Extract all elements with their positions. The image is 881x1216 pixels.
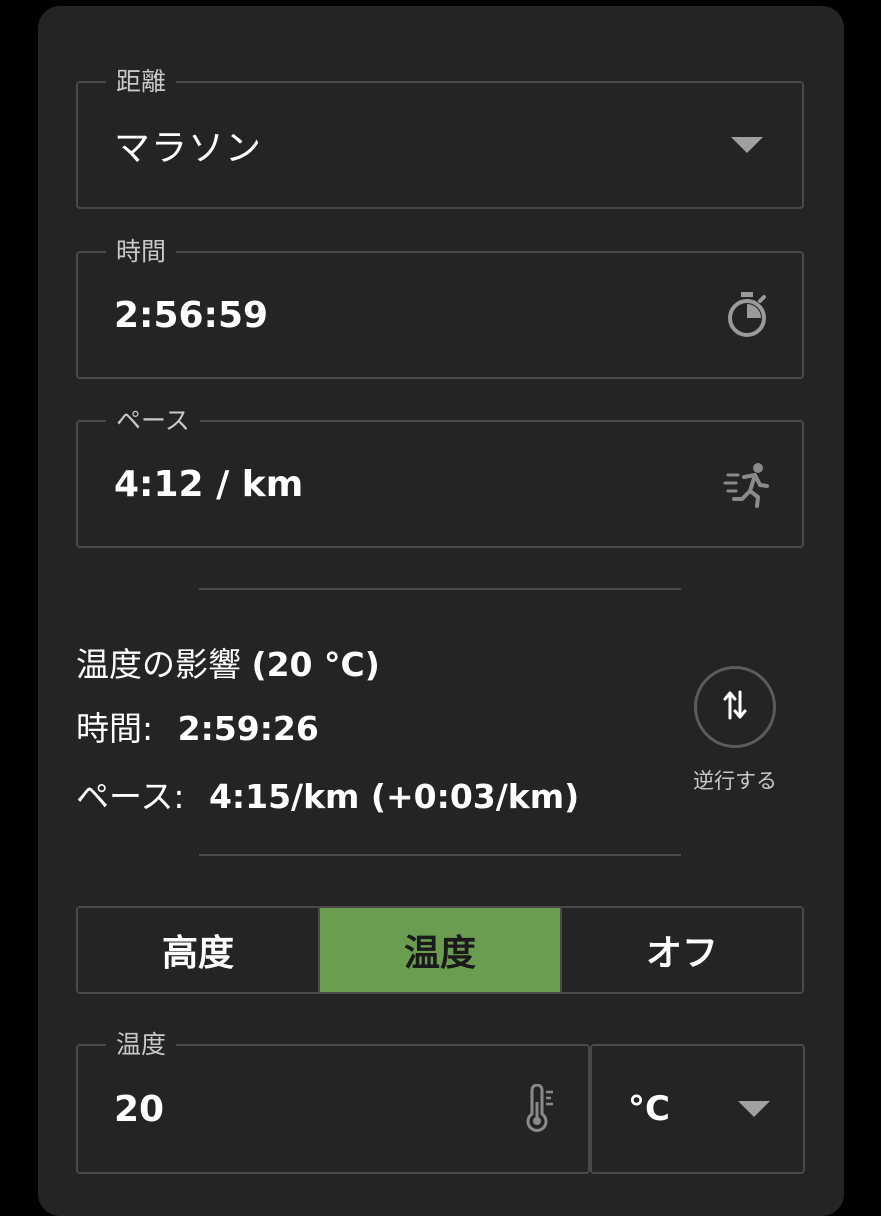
pace-value: 4:12 / km	[114, 463, 304, 505]
impact-time-row: 時間: 2:59:26	[76, 702, 319, 750]
mode-segmented-control: 高度 温度 オフ	[76, 906, 804, 994]
tab-temperature[interactable]: 温度	[318, 908, 560, 992]
chevron-down-icon[interactable]	[722, 120, 772, 170]
reverse-label: 逆行する	[693, 769, 777, 793]
impact-time-label: 時間:	[76, 709, 154, 748]
time-field[interactable]: 時間 2:56:59	[76, 237, 804, 379]
thermometer-icon	[514, 1084, 564, 1134]
tab-off[interactable]: オフ	[560, 908, 802, 992]
time-value: 2:56:59	[114, 294, 269, 336]
impact-pace-value: 4:15/km (+0:03/km)	[208, 777, 580, 816]
temperature-field[interactable]: 温度 20	[76, 1030, 590, 1174]
distance-select[interactable]: 距離 マラソン	[76, 67, 804, 209]
impact-time-value: 2:59:26	[177, 709, 319, 748]
impact-pace-row: ペース: 4:15/km (+0:03/km)	[76, 770, 579, 818]
impact-title-text: 温度の影響	[76, 645, 241, 684]
divider-bottom	[199, 854, 681, 856]
unit-value: °C	[628, 1089, 670, 1129]
temperature-value: 20	[114, 1088, 165, 1130]
impact-pace-label: ペース:	[76, 777, 185, 816]
divider-top	[199, 588, 681, 590]
impact-title-value: (20 °C)	[251, 645, 380, 684]
pace-field[interactable]: ペース 4:12 / km	[76, 406, 804, 548]
reverse-button[interactable]	[694, 666, 776, 748]
tab-altitude[interactable]: 高度	[78, 908, 318, 992]
distance-value: マラソン	[114, 128, 263, 169]
chevron-down-icon[interactable]	[729, 1084, 779, 1134]
impact-title: 温度の影響 (20 °C)	[76, 638, 380, 686]
unit-select[interactable]: °C	[590, 1044, 805, 1174]
swap-vertical-icon	[722, 688, 748, 726]
stopwatch-icon	[722, 290, 772, 340]
runner-icon	[722, 459, 772, 509]
